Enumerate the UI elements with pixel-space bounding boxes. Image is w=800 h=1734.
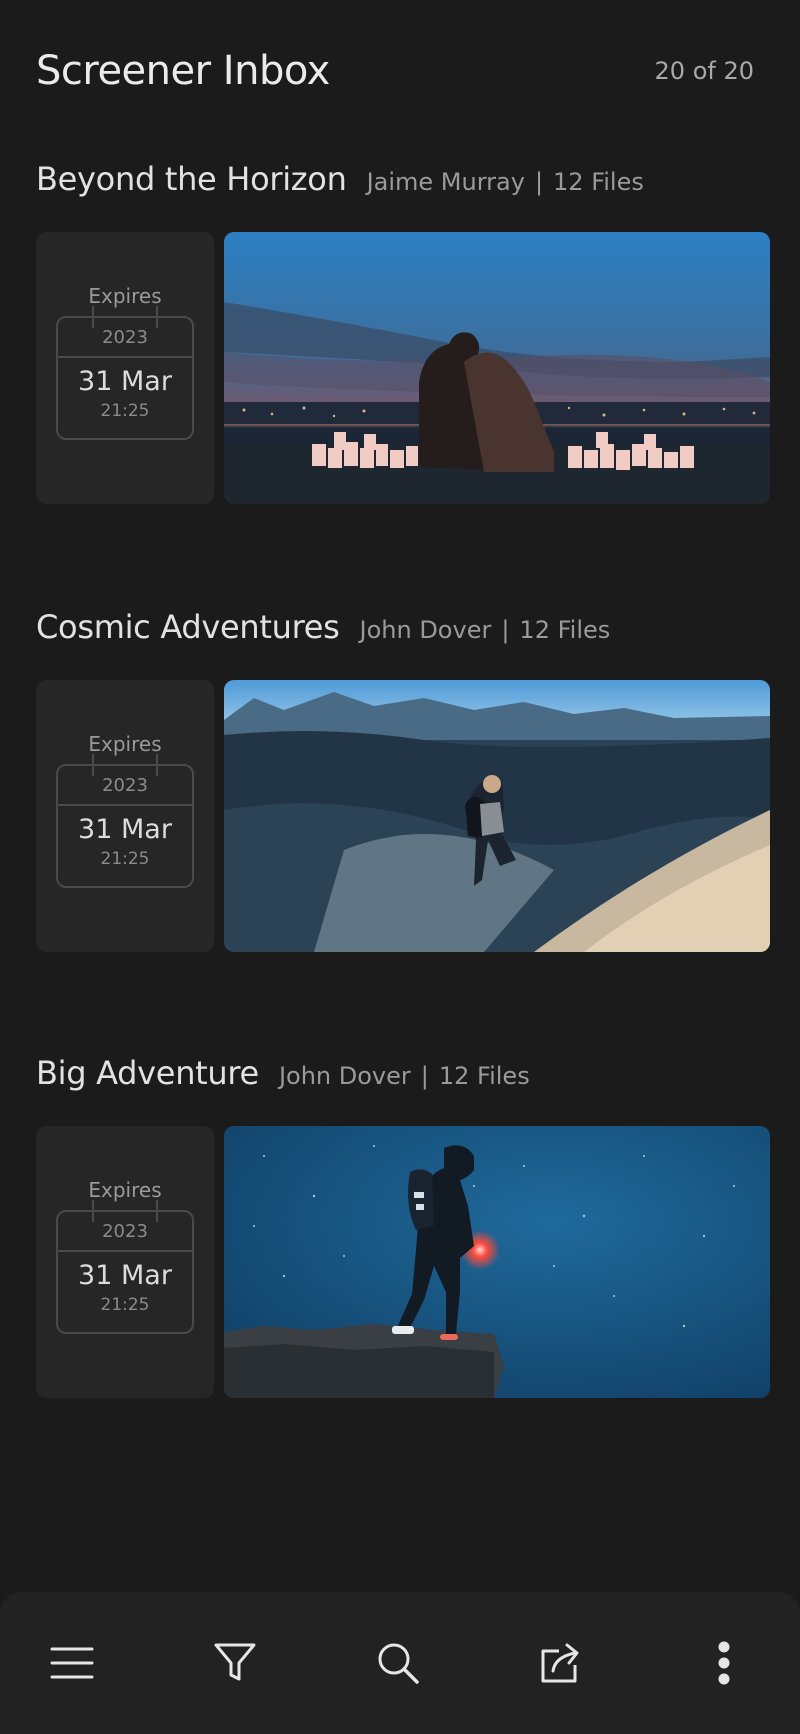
- item-thumbnail[interactable]: [224, 680, 770, 952]
- meta-separator: |: [534, 168, 544, 196]
- bottom-toolbar: [0, 1592, 800, 1734]
- expiry-panel: Expires 2023 31 Mar 21:25: [36, 1126, 214, 1398]
- page-title: Screener Inbox: [36, 48, 330, 94]
- item-card: Expires 2023 31 Mar 21:25: [36, 1126, 770, 1398]
- item-header: Big Adventure John Dover | 12 Files: [36, 1054, 770, 1114]
- calendar-icon: 2023 31 Mar 21:25: [56, 754, 194, 888]
- expiry-panel: Expires 2023 31 Mar 21:25: [36, 680, 214, 952]
- item-thumbnail[interactable]: [224, 1126, 770, 1398]
- item-meta: Jaime Murray | 12 Files: [367, 168, 644, 196]
- header: Screener Inbox 20 of 20: [36, 48, 754, 94]
- screener-inbox-screen: Screener Inbox 20 of 20 Beyond the Horiz…: [0, 0, 800, 1734]
- calendar-icon: 2023 31 Mar 21:25: [56, 1200, 194, 1334]
- expires-label: Expires: [88, 1178, 162, 1202]
- expiry-time: 21:25: [100, 849, 150, 869]
- item-file-count: 12 Files: [438, 1062, 530, 1090]
- item-card: Expires 2023 31 Mar 21:25: [36, 680, 770, 952]
- expiry-date: 31 Mar: [78, 1260, 172, 1291]
- meta-separator: |: [420, 1062, 429, 1090]
- item-file-count: 12 Files: [553, 168, 644, 196]
- filter-button[interactable]: [213, 1641, 257, 1685]
- item-title[interactable]: Cosmic Adventures: [36, 608, 340, 646]
- screener-item[interactable]: Big Adventure John Dover | 12 Files Expire…: [36, 1054, 770, 1398]
- expires-label: Expires: [88, 732, 162, 756]
- item-title[interactable]: Big Adventure: [36, 1054, 259, 1092]
- item-meta: John Dover | 12 Files: [279, 1062, 530, 1090]
- item-title[interactable]: Beyond the Horizon: [36, 160, 347, 198]
- item-author: John Dover: [359, 616, 492, 644]
- expiry-year: 2023: [58, 1212, 192, 1252]
- item-header: Cosmic Adventures John Dover | 12 Files: [36, 608, 770, 668]
- menu-icon: [50, 1647, 94, 1679]
- expiry-time: 21:25: [100, 401, 150, 421]
- expiry-date: 31 Mar: [78, 814, 172, 845]
- item-header: Beyond the Horizon Jaime Murray | 12 Files: [36, 160, 770, 220]
- item-count: 20 of 20: [654, 57, 754, 85]
- share-button[interactable]: [539, 1641, 583, 1685]
- menu-button[interactable]: [50, 1641, 94, 1685]
- screener-item[interactable]: Beyond the Horizon Jaime Murray | 12 Files…: [36, 160, 770, 504]
- share-icon: [541, 1643, 579, 1683]
- expiry-time: 21:25: [100, 1295, 150, 1315]
- more-vertical-icon: [718, 1641, 730, 1685]
- item-meta: John Dover | 12 Files: [360, 616, 611, 644]
- more-button[interactable]: [702, 1641, 746, 1685]
- calendar-icon: 2023 31 Mar 21:25: [56, 306, 194, 440]
- search-button[interactable]: [376, 1641, 420, 1685]
- expiry-panel: Expires 2023 31 Mar 21:25: [36, 232, 214, 504]
- item-author: Jaime Murray: [366, 168, 525, 196]
- search-icon: [378, 1643, 419, 1684]
- item-author: John Dover: [278, 1062, 411, 1090]
- meta-separator: |: [501, 616, 510, 644]
- item-file-count: 12 Files: [519, 616, 611, 644]
- expires-label: Expires: [88, 284, 162, 308]
- filter-icon: [214, 1643, 256, 1681]
- item-thumbnail[interactable]: [224, 232, 770, 504]
- expiry-year: 2023: [58, 318, 192, 358]
- item-card: Expires 2023 31 Mar 21:25: [36, 232, 770, 504]
- expiry-date: 31 Mar: [78, 366, 172, 397]
- expiry-year: 2023: [58, 766, 192, 806]
- screener-item[interactable]: Cosmic Adventures John Dover | 12 Files Ex…: [36, 608, 770, 952]
